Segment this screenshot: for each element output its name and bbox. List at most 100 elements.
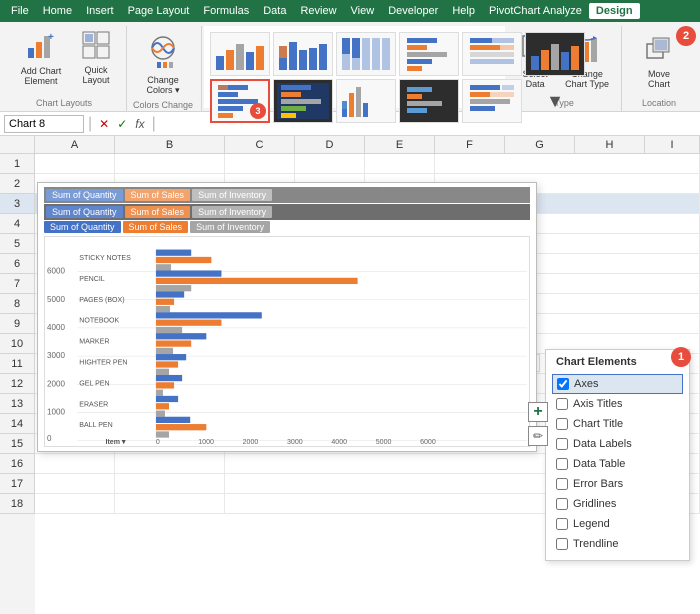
svg-text:6000: 6000 <box>420 438 436 446</box>
row-num-9: 9 <box>0 314 35 334</box>
chart-thumb-2[interactable] <box>273 32 333 76</box>
col-header-g[interactable]: G <box>505 136 575 153</box>
svg-text:5000: 5000 <box>47 295 65 304</box>
cell-d1[interactable] <box>295 154 365 173</box>
menu-design[interactable]: Design <box>589 3 640 19</box>
col-header-b[interactable]: B <box>115 136 225 153</box>
cell-a18[interactable] <box>35 494 115 513</box>
cell-a17[interactable] <box>35 474 115 493</box>
chart-title-checkbox[interactable] <box>556 418 568 430</box>
tab-sum-sales-2[interactable]: Sum of Sales <box>125 206 191 218</box>
tab-sum-sales-1[interactable]: Sum of Sales <box>125 189 191 201</box>
bar-chart-svg: 0 1000 2000 3000 4000 5000 6000 <box>45 237 529 446</box>
formula-cancel-icon[interactable]: ✕ <box>96 116 112 132</box>
cell-a16[interactable] <box>35 454 115 473</box>
svg-text:3000: 3000 <box>287 438 303 446</box>
chart-thumb-8[interactable] <box>336 79 396 123</box>
formula-bar-icons: ✕ ✓ fx <box>96 116 147 132</box>
chart-thumb-7[interactable] <box>273 79 333 123</box>
chart-thumb-1[interactable] <box>210 32 270 76</box>
chart-elem-gridlines[interactable]: Gridlines <box>556 494 679 514</box>
menu-data[interactable]: Data <box>256 3 293 19</box>
row-num-11: 11 <box>0 354 35 374</box>
add-chart-element-button[interactable]: + Add Chart Element <box>10 26 72 90</box>
menu-page-layout[interactable]: Page Layout <box>121 3 197 19</box>
formula-fx-icon[interactable]: fx <box>132 116 147 132</box>
menu-view[interactable]: View <box>344 3 382 19</box>
gridlines-label: Gridlines <box>573 498 616 510</box>
axes-checkbox[interactable] <box>557 378 569 390</box>
cell-b1[interactable] <box>115 154 225 173</box>
col-header-e[interactable]: E <box>365 136 435 153</box>
chart-thumb-3[interactable] <box>336 32 396 76</box>
cell-b17[interactable] <box>115 474 225 493</box>
chart-thumb-9[interactable] <box>399 79 459 123</box>
data-table-checkbox[interactable] <box>556 458 568 470</box>
menu-home[interactable]: Home <box>36 3 79 19</box>
menu-pivotchart-analyze[interactable]: PivotChart Analyze <box>482 3 589 19</box>
row-num-col-header <box>0 136 35 153</box>
gallery-scroll-down[interactable]: ▼ <box>525 79 585 123</box>
menu-developer[interactable]: Developer <box>381 3 445 19</box>
col-header-h[interactable]: H <box>575 136 645 153</box>
col-header-f[interactable]: F <box>435 136 505 153</box>
col-header-a[interactable]: A <box>35 136 115 153</box>
cell-b16[interactable] <box>115 454 225 473</box>
error-bars-checkbox[interactable] <box>556 478 568 490</box>
quick-layout-label: QuickLayout <box>82 65 109 85</box>
chart-title-label: Chart Title <box>573 418 623 430</box>
quick-layout-button[interactable]: QuickLayout <box>74 26 118 90</box>
tab-sum-quantity-3[interactable]: Sum of Quantity <box>44 221 121 233</box>
tab-sum-sales-3[interactable]: Sum of Sales <box>123 221 189 233</box>
legend-checkbox[interactable] <box>556 518 568 530</box>
chart-thumb-4[interactable] <box>399 32 459 76</box>
formula-confirm-icon[interactable]: ✓ <box>114 116 130 132</box>
chart-elem-error-bars[interactable]: Error Bars <box>556 474 679 494</box>
tab-sum-inventory-1[interactable]: Sum of Inventory <box>192 189 272 201</box>
chart-elem-axis-titles[interactable]: Axis Titles <box>556 394 679 414</box>
chart-thumb-10[interactable] <box>462 79 522 123</box>
brush-icon: ✏ <box>533 429 543 443</box>
chart-elem-chart-title[interactable]: Chart Title <box>556 414 679 434</box>
chart-elem-legend[interactable]: Legend <box>556 514 679 534</box>
menu-formulas[interactable]: Formulas <box>196 3 256 19</box>
quick-layout-icon <box>82 31 110 63</box>
chart-elem-data-table[interactable]: Data Table <box>556 454 679 474</box>
tab-sum-quantity-2[interactable]: Sum of Quantity <box>46 206 123 218</box>
col-header-c[interactable]: C <box>225 136 295 153</box>
menu-review[interactable]: Review <box>293 3 343 19</box>
tab-sum-inventory-3[interactable]: Sum of Inventory <box>190 221 270 233</box>
chart-elem-data-labels[interactable]: Data Labels <box>556 434 679 454</box>
tab-sum-quantity-1[interactable]: Sum of Quantity <box>46 189 123 201</box>
cell-b18[interactable] <box>115 494 225 513</box>
chart-thumb-5[interactable] <box>462 32 522 76</box>
chart-elements-plus-button[interactable]: + <box>528 402 548 422</box>
trendline-checkbox[interactable] <box>556 538 568 550</box>
row-num-7: 7 <box>0 274 35 294</box>
menu-insert[interactable]: Insert <box>79 3 121 19</box>
move-chart-button[interactable]: MoveChart <box>637 30 681 93</box>
col-header-i[interactable]: I <box>645 136 700 153</box>
cell-f1[interactable] <box>435 154 700 173</box>
svg-text:2000: 2000 <box>47 379 65 388</box>
gridlines-checkbox[interactable] <box>556 498 568 510</box>
name-box[interactable]: Chart 8 <box>4 115 84 133</box>
chart-thumb-selected[interactable]: 3 <box>210 79 270 123</box>
chart-thumb-6[interactable] <box>525 32 585 76</box>
menu-file[interactable]: File <box>4 3 36 19</box>
chart-elem-axes[interactable]: Axes <box>552 374 683 394</box>
col-header-d[interactable]: D <box>295 136 365 153</box>
change-colors-button[interactable]: ChangeColors ▾ <box>141 30 186 100</box>
data-labels-checkbox[interactable] <box>556 438 568 450</box>
cell-c1[interactable] <box>225 154 295 173</box>
menu-help[interactable]: Help <box>445 3 482 19</box>
tab-sum-inventory-2[interactable]: Sum of Inventory <box>192 206 272 218</box>
cell-a1[interactable] <box>35 154 115 173</box>
chart-elem-trendline[interactable]: Trendline <box>556 534 679 554</box>
cell-e1[interactable] <box>365 154 435 173</box>
chart-overlay[interactable]: Sum of Quantity Sum of Sales Sum of Inve… <box>37 182 537 452</box>
axis-titles-checkbox[interactable] <box>556 398 568 410</box>
data-table-label: Data Table <box>573 458 625 470</box>
chart-brush-button[interactable]: ✏ <box>528 426 548 446</box>
row-num-2: 2 <box>0 174 35 194</box>
